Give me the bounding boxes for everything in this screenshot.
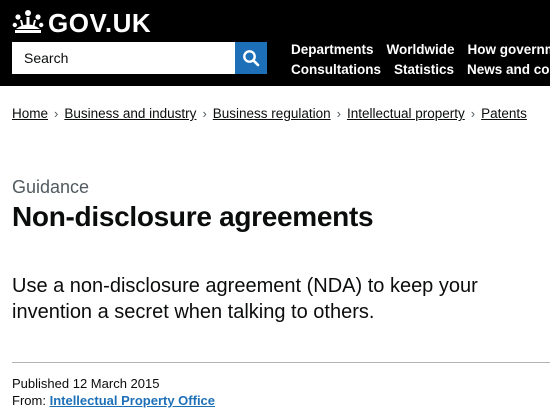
search-input[interactable]: Search <box>12 42 235 74</box>
page-caption: Guidance <box>12 177 90 197</box>
published-date: 12 March 2015 <box>72 376 160 391</box>
nav-item-how-government-works[interactable]: How government works <box>468 40 550 60</box>
breadcrumb: Home › Business and industry › Business … <box>12 106 550 121</box>
chevron-right-icon: › <box>470 106 476 121</box>
page-title: Non-disclosure agreements <box>12 201 374 232</box>
chevron-right-icon: › <box>336 106 341 121</box>
search-icon <box>243 50 260 67</box>
from-organisation-link[interactable]: Intellectual Property Office <box>50 393 215 408</box>
divider <box>12 362 550 363</box>
published-label: Published <box>12 376 70 391</box>
published-line: Published 12 March 2015 <box>12 375 215 392</box>
nav-item-statistics[interactable]: Statistics <box>394 60 454 80</box>
breadcrumb-home[interactable]: Home <box>12 106 48 121</box>
from-label: From: <box>12 393 46 408</box>
breadcrumb-patents[interactable]: Patents <box>481 106 527 121</box>
publication-metadata: Published 12 March 2015 From: Intellectu… <box>12 375 215 409</box>
nav-item-consultations[interactable]: Consultations <box>291 60 381 80</box>
site-header: GOV.UK Search Departments Worldwide How … <box>0 0 550 86</box>
page-lead: Use a non-disclosure agreement (NDA) to … <box>12 275 478 323</box>
nav-item-news-and-communications[interactable]: News and communications <box>467 60 550 80</box>
chevron-right-icon: › <box>202 106 207 121</box>
nav-row-2: Consultations Statistics News and commun… <box>291 60 550 80</box>
search-button[interactable] <box>235 42 267 74</box>
govuk-logo[interactable]: GOV.UK <box>12 8 151 38</box>
nav-row-1: Departments Worldwide How government wor… <box>291 40 550 60</box>
top-navigation: Departments Worldwide How government wor… <box>291 40 550 80</box>
breadcrumb-business-and-industry[interactable]: Business and industry <box>64 106 196 121</box>
nav-item-departments[interactable]: Departments <box>291 40 374 60</box>
from-line: From: Intellectual Property Office <box>12 392 215 409</box>
search-form: Search <box>12 42 267 74</box>
logo-text: GOV.UK <box>48 8 152 38</box>
breadcrumb-intellectual-property[interactable]: Intellectual property <box>347 106 465 121</box>
breadcrumb-business-regulation[interactable]: Business regulation <box>213 106 331 121</box>
nav-item-worldwide[interactable]: Worldwide <box>387 40 455 60</box>
crown-icon <box>12 10 44 33</box>
chevron-right-icon: › <box>54 106 59 121</box>
